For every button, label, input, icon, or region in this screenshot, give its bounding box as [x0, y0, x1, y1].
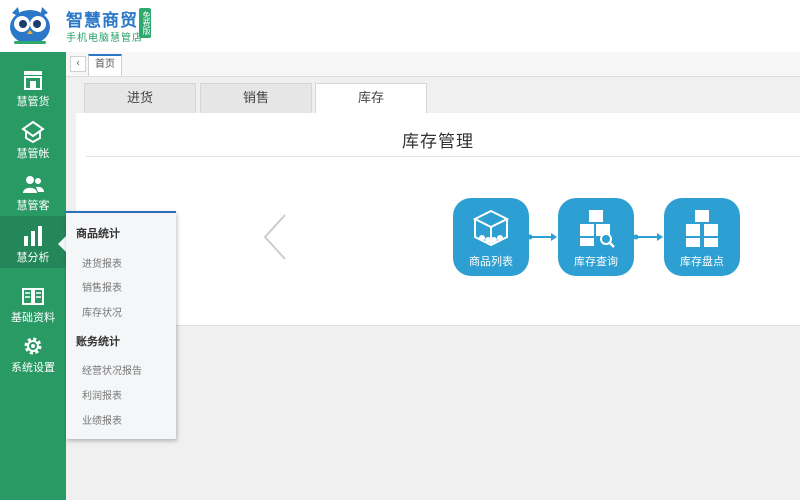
- inventory-panel: 库存管理 商品列表 库存查询 库存盘点: [76, 113, 800, 326]
- edition-badge: 免费版: [139, 8, 151, 38]
- flow-label: 库存查询: [574, 255, 618, 268]
- sidebar-item-label: 慧管客: [16, 199, 50, 212]
- product-list-button[interactable]: 商品列表: [453, 198, 529, 276]
- sidebar-item-basic-data[interactable]: 基础资料: [0, 276, 66, 328]
- menu-item-performance-report[interactable]: 业绩报表: [82, 412, 122, 427]
- book-icon: [22, 288, 44, 305]
- sidebar-item-analysis[interactable]: 慧分析: [0, 216, 66, 268]
- bar-chart-icon: [24, 226, 42, 246]
- menu-item-stock-status[interactable]: 库存状况: [82, 304, 122, 319]
- flow-label: 商品列表: [469, 255, 513, 268]
- menu-pointer: [58, 236, 66, 252]
- brand-subtitle: 手机电脑慧管店: [66, 33, 143, 44]
- owl-logo-icon: [10, 7, 50, 44]
- stock-check-button[interactable]: 库存盘点: [664, 198, 740, 276]
- store-icon: [24, 71, 42, 90]
- title-divider: [86, 156, 800, 157]
- menu-item-profit-report[interactable]: 利润报表: [82, 387, 122, 402]
- stock-query-icon: [580, 210, 615, 248]
- menu-item-sales-report[interactable]: 销售报表: [82, 279, 122, 294]
- sidebar-item-label: 慧管帐: [16, 147, 50, 160]
- arrow-right-icon: [633, 233, 663, 241]
- arrow-right-icon: [527, 233, 557, 241]
- sidebar: 慧管货 慧管帐 慧管客 慧分析 基础资料 系统设置: [0, 52, 66, 500]
- menu-item-business-report[interactable]: 经营状况报告: [82, 362, 142, 377]
- stock-query-button[interactable]: 库存查询: [558, 198, 634, 276]
- sidebar-item-goods[interactable]: 慧管货: [0, 60, 66, 112]
- menu-group-product-stats: 商品统计: [76, 227, 120, 240]
- sidebar-item-customers[interactable]: 慧管客: [0, 164, 66, 216]
- ledger-icon: [21, 120, 45, 144]
- page-title: 库存管理: [402, 132, 474, 152]
- chevron-left-icon[interactable]: [261, 213, 291, 261]
- tab-sales[interactable]: 销售: [200, 83, 312, 113]
- sidebar-item-label: 系统设置: [11, 361, 55, 374]
- page-tabstrip: ‹ 首页: [66, 52, 800, 77]
- analysis-popup-menu: 商品统计 进货报表 销售报表 库存状况 账务统计 经营状况报告 利润报表 业绩报…: [66, 211, 176, 439]
- sidebar-item-label: 慧管货: [16, 95, 50, 108]
- header: 智慧商贸 手机电脑慧管店 免费版: [0, 0, 800, 52]
- sidebar-item-label: 基础资料: [11, 311, 55, 324]
- sidebar-item-accounts[interactable]: 慧管帐: [0, 112, 66, 164]
- menu-item-purchase-report[interactable]: 进货报表: [82, 255, 122, 270]
- gear-icon: [24, 337, 42, 355]
- sidebar-item-label: 慧分析: [16, 251, 50, 264]
- brand-title: 智慧商贸: [66, 11, 138, 31]
- tab-scroll-left-button[interactable]: ‹: [70, 56, 86, 72]
- menu-group-finance-stats: 账务统计: [76, 335, 120, 348]
- tab-home[interactable]: 首页: [88, 54, 122, 76]
- sidebar-item-settings[interactable]: 系统设置: [0, 326, 66, 378]
- users-icon: [23, 176, 44, 193]
- flow-label: 库存盘点: [680, 255, 724, 268]
- product-list-icon: [472, 209, 510, 247]
- tab-inventory[interactable]: 库存: [315, 83, 427, 115]
- stock-check-icon: [686, 210, 718, 247]
- tab-purchase[interactable]: 进货: [84, 83, 196, 113]
